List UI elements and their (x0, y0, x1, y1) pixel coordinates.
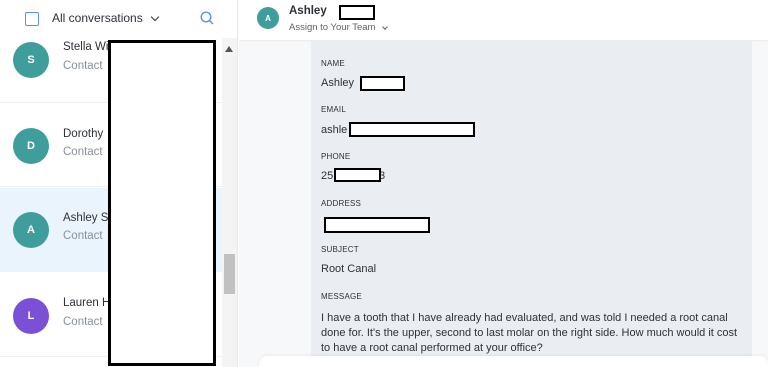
conversation-header: A Ashley Assign to Your Team (239, 0, 768, 40)
reply-composer[interactable] (259, 356, 768, 367)
conversation-filter-label: All conversations (52, 11, 143, 25)
email-value: ashle (321, 124, 348, 136)
avatar: L (13, 298, 49, 334)
email-label: EMAIL (321, 105, 347, 114)
address-label: ADDRESS (321, 199, 362, 208)
conversation-name: Ashley S (63, 212, 109, 224)
chevron-down-icon (382, 23, 389, 30)
subject-label: SUBJECT (321, 245, 359, 254)
redaction-box (339, 5, 375, 20)
assign-label: Assign to Your Team (289, 22, 376, 33)
avatar: A (257, 7, 279, 29)
redaction-box (324, 217, 430, 233)
avatar: A (13, 212, 49, 248)
message-label: MESSAGE (321, 292, 362, 301)
name-label: NAME (321, 59, 345, 68)
phone-prefix: 25 (321, 170, 334, 182)
conversation-subtitle: Contact (63, 60, 103, 72)
phone-label: PHONE (321, 152, 351, 161)
redaction-box (108, 40, 216, 366)
redaction-box (349, 122, 475, 137)
conversation-subtitle: Contact (63, 146, 103, 158)
name-value: Ashley (321, 77, 355, 89)
conversation-name: Stella Wi (63, 41, 109, 53)
subject-value: Root Canal (321, 263, 377, 275)
conversation-subtitle: Contact (63, 230, 103, 242)
message-body: I have a tooth that I have already had e… (321, 312, 738, 354)
conversation-panel: A Ashley Assign to Your Team NAME Ashley… (239, 0, 768, 367)
assign-dropdown[interactable]: Assign to Your Team (289, 22, 389, 33)
select-all-checkbox[interactable] (25, 12, 39, 26)
chevron-down-icon (150, 12, 159, 21)
conversation-list-scrollbar[interactable] (222, 38, 237, 367)
conversation-name: Lauren H (63, 297, 111, 309)
avatar: D (13, 128, 49, 164)
conversation-sidebar: All conversations S Stella Wi Contact D … (0, 0, 238, 367)
scroll-up-arrow-icon[interactable] (225, 46, 233, 52)
scrollbar-thumb[interactable] (224, 254, 235, 294)
redaction-box (334, 168, 381, 182)
sidebar-header: All conversations (0, 0, 238, 38)
inbox-app: All conversations S Stella Wi Contact D … (0, 0, 768, 367)
redaction-box (360, 76, 405, 91)
contact-name: Ashley (289, 5, 327, 17)
conversation-filter-dropdown[interactable]: All conversations (52, 11, 159, 25)
search-icon[interactable] (200, 11, 214, 25)
avatar: S (13, 42, 49, 78)
form-submission-card: NAME Ashley EMAIL ashle PHONE 25 3 ADDRE… (311, 40, 752, 367)
conversation-name: Dorothy (63, 128, 104, 140)
conversation-subtitle: Contact (63, 316, 103, 328)
